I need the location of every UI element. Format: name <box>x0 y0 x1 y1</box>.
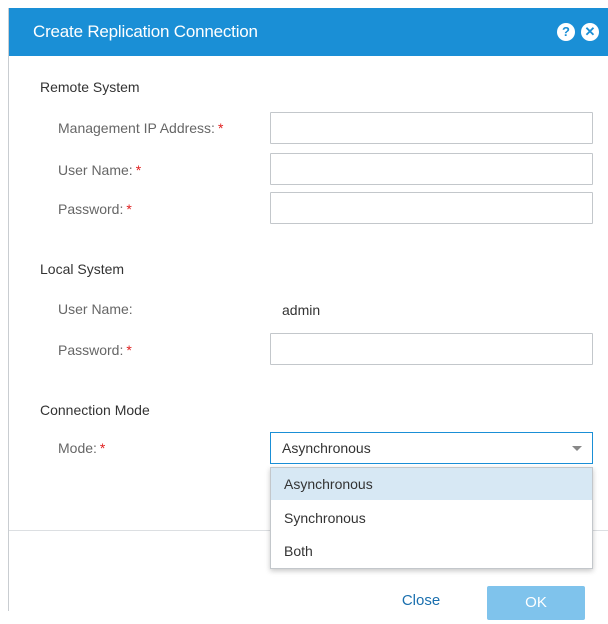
remote-user-name-label-text: User Name: <box>58 162 133 178</box>
remote-password-label: Password: * <box>58 201 132 217</box>
close-icon[interactable]: ✕ <box>581 23 599 41</box>
remote-user-name-label: User Name: * <box>58 162 141 178</box>
local-password-label-text: Password: <box>58 342 124 358</box>
remote-password-label-text: Password: <box>58 201 124 217</box>
mode-label: Mode: * <box>58 440 105 456</box>
management-ip-label-text: Management IP Address: <box>58 120 215 136</box>
close-button[interactable]: Close <box>385 592 457 624</box>
remote-user-name-input[interactable] <box>270 153 593 185</box>
mode-option-synchronous[interactable]: Synchronous <box>271 502 592 534</box>
dialog-titlebar: Create Replication Connection ? ✕ <box>9 8 608 56</box>
ok-button[interactable]: OK <box>487 586 585 620</box>
mode-label-text: Mode: <box>58 440 97 456</box>
help-icon[interactable]: ? <box>557 23 575 41</box>
mode-select-value: Asynchronous <box>282 440 371 456</box>
required-marker: * <box>99 440 106 456</box>
local-password-label: Password: * <box>58 342 132 358</box>
remote-system-heading: Remote System <box>40 79 140 95</box>
required-marker: * <box>126 201 132 217</box>
create-replication-dialog: Create Replication Connection ? ✕ Remote… <box>8 8 608 620</box>
mode-option-asynchronous[interactable]: Asynchronous <box>271 468 592 500</box>
local-system-heading: Local System <box>40 261 125 277</box>
mode-dropdown-list: Asynchronous Synchronous Both <box>270 467 593 569</box>
remote-password-input[interactable] <box>270 192 593 224</box>
required-marker: * <box>126 342 132 358</box>
local-user-name-value: admin <box>282 302 321 318</box>
management-ip-input[interactable] <box>270 112 593 144</box>
mode-option-both[interactable]: Both <box>271 535 592 567</box>
connection-mode-heading: Connection Mode <box>40 402 150 418</box>
dialog-title: Create Replication Connection <box>33 22 258 41</box>
management-ip-label: Management IP Address: * <box>58 120 223 136</box>
local-password-input[interactable] <box>270 333 593 365</box>
chevron-down-icon[interactable] <box>572 446 582 451</box>
required-marker: * <box>135 162 142 178</box>
mode-select[interactable]: Asynchronous <box>270 432 593 464</box>
local-user-name-label: User Name: <box>58 301 133 317</box>
required-marker: * <box>217 120 224 136</box>
